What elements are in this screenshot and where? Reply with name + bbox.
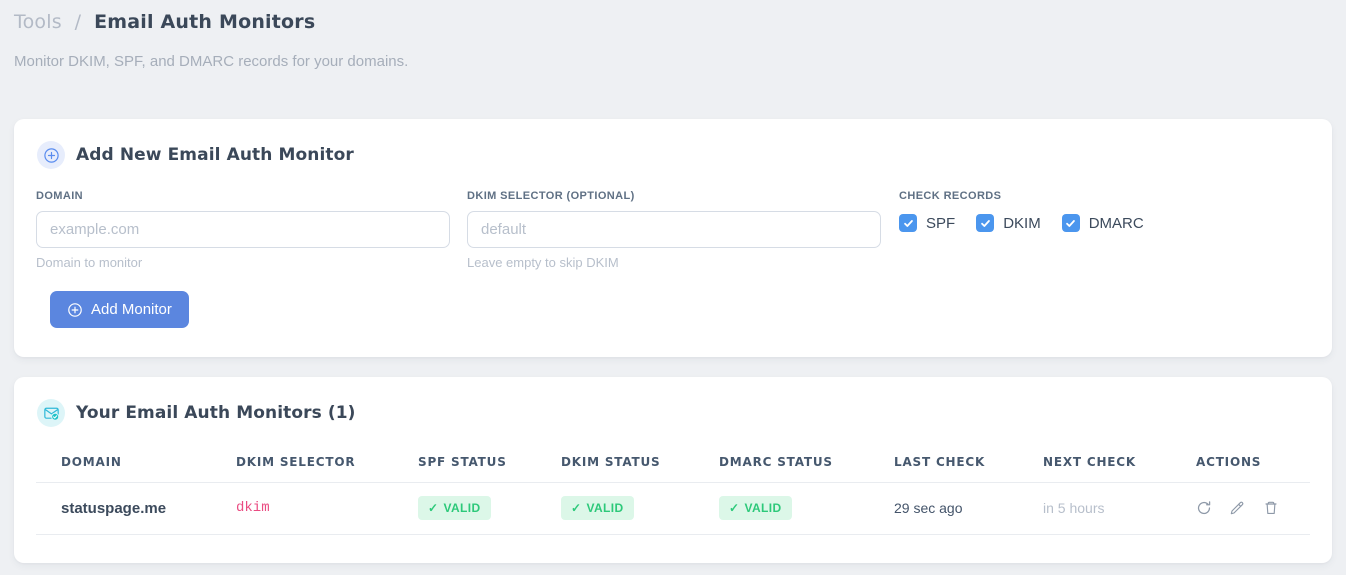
table-row: statuspage.me dkim ✓ VALID ✓ VALID ✓ VAL…	[36, 482, 1310, 535]
header-dkim-selector: DKIM SELECTOR	[236, 443, 418, 483]
monitors-list-card: Your Email Auth Monitors (1) DOMAIN DKIM…	[14, 377, 1332, 563]
cell-dkim-selector: dkim	[236, 482, 418, 535]
breadcrumb-tools-link[interactable]: Tools	[14, 11, 62, 33]
checkbox-checked-icon	[1061, 214, 1080, 232]
dkim-selector-label: DKIM SELECTOR (OPTIONAL)	[467, 190, 635, 202]
refresh-icon	[1197, 500, 1211, 514]
header-domain: DOMAIN	[36, 443, 236, 483]
check-icon: ✓	[428, 501, 439, 515]
domain-input[interactable]	[36, 211, 450, 248]
cell-spf-status: ✓ VALID	[418, 482, 561, 535]
checkbox-checked-icon	[976, 214, 995, 232]
domain-hint: Domain to monitor	[36, 255, 143, 270]
cell-next-check: in 5 hours	[1043, 482, 1196, 535]
cell-dkim-status: ✓ VALID	[561, 482, 719, 535]
status-badge: ✓ VALID	[719, 496, 792, 520]
domain-field-group: DOMAIN Domain to monitor	[36, 190, 450, 270]
check-records-group: CHECK RECORDS SPF DKIM DMARC	[899, 190, 1144, 270]
header-actions: ACTIONS	[1196, 443, 1310, 483]
checkbox-dkim-label: DKIM	[1003, 214, 1041, 232]
dkim-selector-field-group: DKIM SELECTOR (OPTIONAL) Leave empty to …	[467, 190, 881, 270]
check-icon: ✓	[729, 501, 740, 515]
status-badge-label: VALID	[443, 501, 481, 515]
refresh-button[interactable]	[1196, 500, 1212, 516]
status-badge: ✓ VALID	[561, 496, 634, 520]
dkim-selector-hint: Leave empty to skip DKIM	[467, 255, 619, 270]
status-badge-label: VALID	[586, 501, 624, 515]
cell-actions	[1196, 482, 1310, 535]
checkbox-dmarc-label: DMARC	[1088, 214, 1144, 232]
page-header: Tools / Email Auth Monitors Monitor DKIM…	[0, 0, 1346, 70]
status-badge: ✓ VALID	[418, 496, 491, 520]
add-card-title: Add New Email Auth Monitor	[76, 145, 354, 165]
cell-dmarc-status: ✓ VALID	[719, 482, 894, 535]
status-badge-label: VALID	[744, 501, 782, 515]
checkbox-checked-icon	[899, 214, 917, 232]
header-last-check: LAST CHECK	[894, 443, 1043, 483]
plus-circle-icon	[68, 302, 82, 317]
checkbox-spf-label: SPF	[926, 214, 956, 232]
page-title: Email Auth Monitors	[94, 11, 316, 33]
check-icon: ✓	[571, 501, 582, 515]
monitors-table: DOMAIN DKIM SELECTOR SPF STATUS DKIM STA…	[36, 443, 1310, 535]
breadcrumb-separator: /	[74, 11, 82, 33]
cell-last-check: 29 sec ago	[894, 482, 1043, 535]
edit-button[interactable]	[1229, 500, 1245, 516]
header-next-check: NEXT CHECK	[1043, 443, 1196, 483]
header-dkim-status: DKIM STATUS	[561, 443, 719, 483]
checkbox-spf[interactable]: SPF	[899, 214, 955, 232]
delete-button[interactable]	[1263, 500, 1279, 516]
monitors-card-title: Your Email Auth Monitors (1)	[76, 403, 356, 423]
add-monitor-button-label: Add Monitor	[91, 301, 172, 318]
add-monitor-button[interactable]: Add Monitor	[50, 291, 189, 328]
email-check-icon	[37, 399, 65, 427]
dkim-selector-input[interactable]	[467, 211, 881, 248]
domain-label: DOMAIN	[36, 190, 84, 202]
check-records-label: CHECK RECORDS	[899, 190, 1002, 202]
page-subtitle: Monitor DKIM, SPF, and DMARC records for…	[14, 53, 409, 70]
table-header-row: DOMAIN DKIM SELECTOR SPF STATUS DKIM STA…	[36, 443, 1310, 483]
header-spf-status: SPF STATUS	[418, 443, 561, 483]
add-monitor-card: Add New Email Auth Monitor DOMAIN Domain…	[14, 119, 1332, 357]
trash-icon	[1265, 501, 1277, 514]
breadcrumb: Tools / Email Auth Monitors	[14, 11, 1346, 33]
cell-domain: statuspage.me	[36, 482, 236, 535]
pencil-icon	[1231, 501, 1244, 514]
checkbox-dmarc[interactable]: DMARC	[1061, 214, 1144, 232]
header-dmarc-status: DMARC STATUS	[719, 443, 894, 483]
plus-circle-icon	[37, 141, 65, 169]
checkbox-dkim[interactable]: DKIM	[976, 214, 1041, 232]
